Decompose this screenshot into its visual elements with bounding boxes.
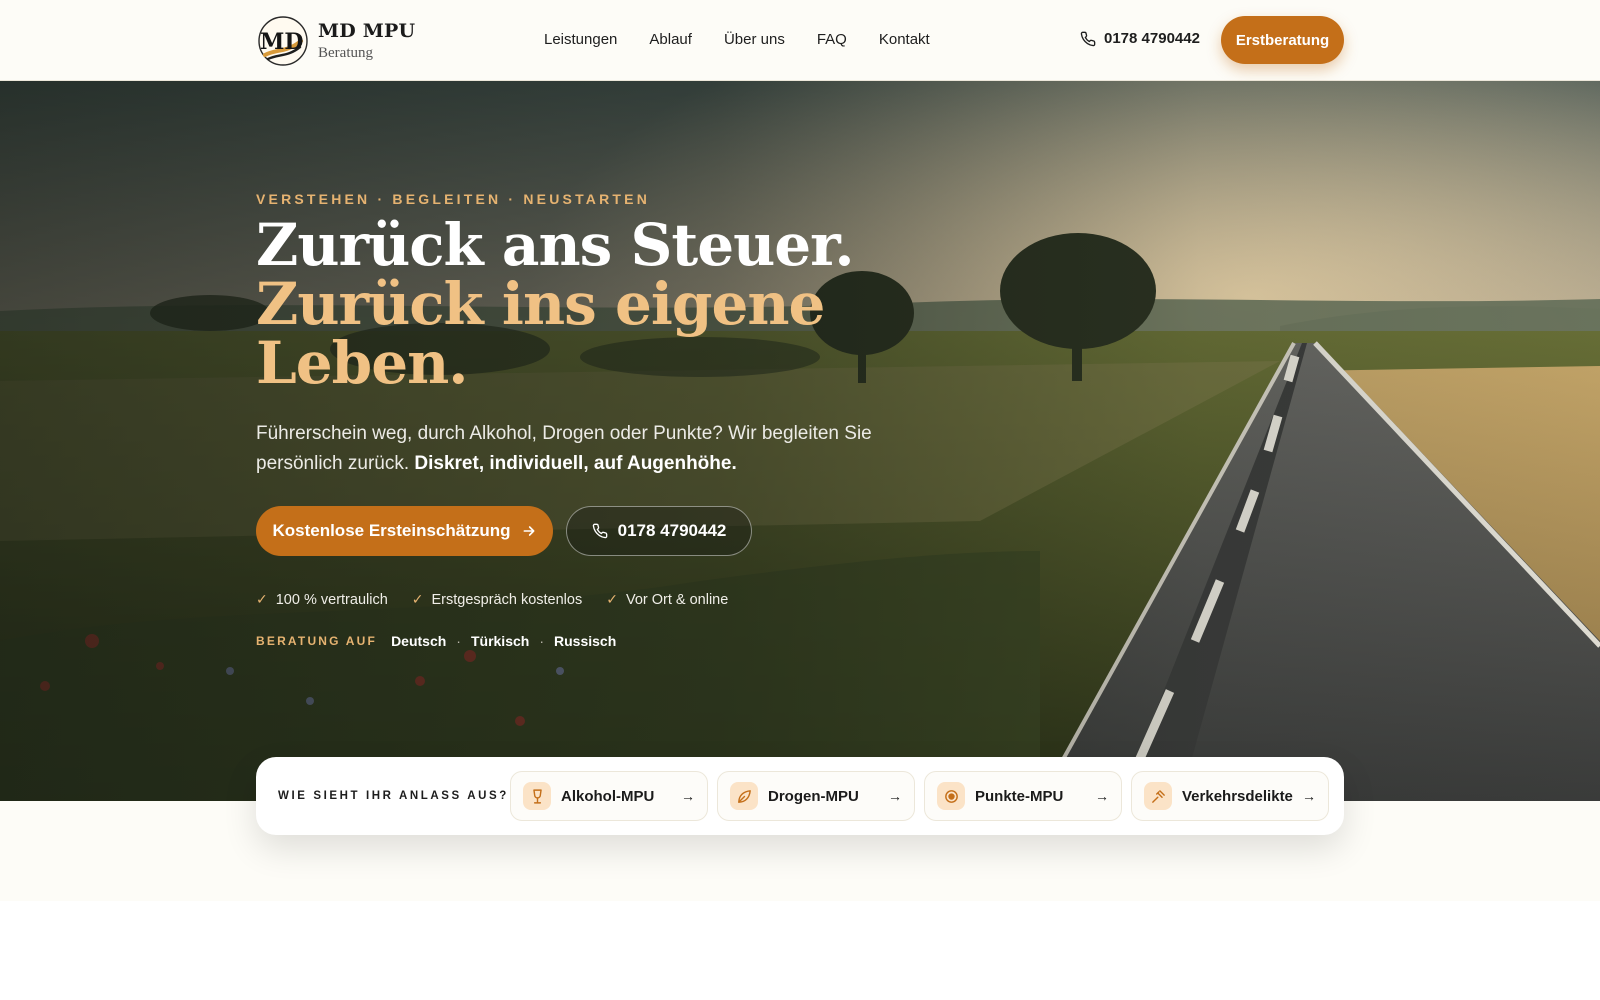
card-label: Drogen-MPU — [768, 787, 859, 805]
arrow-right-icon — [523, 526, 534, 536]
headline-line-2: Zurück ins eigene — [256, 270, 825, 338]
hero-section: VERSTEHEN · BEGLEITEN · NEUSTARTEN Zurüc… — [0, 81, 1600, 801]
check-icon: ✓ — [256, 591, 268, 607]
card-label: Verkehrsdelikte — [1182, 787, 1293, 805]
check-item: ✓ Erstgespräch kostenlos — [412, 591, 582, 608]
language-tuerkisch: Türkisch — [470, 633, 530, 649]
hero-phone-label: 0178 4790442 — [617, 521, 727, 540]
languages-label: BERATUNG AUF — [256, 634, 378, 648]
check-icon: ✓ — [606, 591, 618, 607]
check-label: Vor Ort & online — [625, 591, 729, 608]
check-item: ✓ 100 % vertraulich — [256, 591, 388, 608]
erstberatung-button[interactable]: Erstberatung — [1221, 16, 1344, 64]
languages-row: BERATUNG AUF Deutsch · Türkisch · Russis… — [256, 633, 616, 649]
target-icon — [937, 782, 965, 810]
phone-icon — [1080, 31, 1096, 46]
arrow-right-icon: → — [681, 788, 695, 804]
header-phone-link[interactable]: 0178 4790442 — [1080, 30, 1200, 47]
check-item: ✓ Vor Ort & online — [606, 591, 728, 608]
language-deutsch: Deutsch — [391, 633, 447, 649]
kostenlose-ersteinschaetzung-button[interactable]: Kostenlose Ersteinschätzung — [256, 506, 553, 556]
main-nav: Leistungen Ablauf Über uns FAQ Kontakt — [544, 31, 930, 48]
hero-lead-strong: Diskret, individuell, auf Augenhöhe. — [414, 453, 737, 474]
arrow-right-icon: → — [1095, 788, 1109, 804]
anlass-card-verkehrsdelikte[interactable]: Verkehrsdelikte → — [1131, 771, 1329, 821]
check-label: Erstgespräch kostenlos — [431, 591, 583, 608]
separator-dot: · — [539, 633, 544, 649]
anlass-card-punkte-mpu[interactable]: Punkte-MPU → — [924, 771, 1122, 821]
hero-headline: Zurück ans Steuer. Zurück ins eigene Leb… — [256, 211, 855, 397]
anlass-cards: Alkohol-MPU → Drogen-MPU → Punkte-MPU → … — [510, 771, 1329, 821]
leaf-icon — [730, 782, 758, 810]
site-header: MD MD MPU Beratung Leistungen Ablauf Übe… — [0, 0, 1600, 81]
nav-item-kontakt[interactable]: Kontakt — [879, 31, 930, 48]
nav-item-leistungen[interactable]: Leistungen — [544, 31, 617, 48]
primary-cta-label: Kostenlose Ersteinschätzung — [272, 521, 511, 540]
anlass-selector-bar: WIE SIEHT IHR ANLASS AUS? Alkohol-MPU → … — [256, 757, 1344, 835]
language-russisch: Russisch — [554, 633, 617, 649]
gavel-icon — [1144, 782, 1172, 810]
headline-line-1: Zurück ans Steuer. — [256, 211, 855, 279]
header-phone-number: 0178 4790442 — [1104, 30, 1200, 47]
next-section — [0, 901, 1600, 1000]
separator-dot: · — [456, 633, 461, 649]
svg-text:MD: MD — [260, 29, 303, 55]
glass-icon — [523, 782, 551, 810]
card-label: Alkohol-MPU — [561, 787, 655, 805]
arrow-right-icon: → — [888, 788, 902, 804]
anlass-label: WIE SIEHT IHR ANLASS AUS? — [278, 790, 509, 802]
nav-item-ablauf[interactable]: Ablauf — [649, 31, 692, 48]
nav-item-faq[interactable]: FAQ — [817, 31, 847, 48]
card-label: Punkte-MPU — [975, 787, 1064, 805]
anlass-card-drogen-mpu[interactable]: Drogen-MPU → — [717, 771, 915, 821]
brand-subtitle: Beratung — [318, 44, 373, 61]
arrow-right-icon: → — [1302, 788, 1316, 804]
trust-checklist: ✓ 100 % vertraulich ✓ Erstgespräch koste… — [256, 591, 728, 608]
hero-phone-button[interactable]: 0178 4790442 — [566, 506, 752, 556]
phone-icon — [592, 523, 607, 539]
brand-logo-link[interactable]: MD MD MPU Beratung — [256, 15, 415, 67]
hero-kicker: VERSTEHEN · BEGLEITEN · NEUSTARTEN — [256, 191, 651, 207]
check-icon: ✓ — [411, 591, 424, 607]
brand-name: MD MPU — [318, 19, 416, 42]
md-monogram-logo: MD — [258, 16, 308, 66]
headline-line-3: Leben. — [256, 329, 468, 397]
anlass-card-alkohol-mpu[interactable]: Alkohol-MPU → — [510, 771, 708, 821]
hero-lead: Führerschein weg, durch Alkohol, Drogen … — [256, 419, 876, 479]
nav-item-ueber-uns[interactable]: Über uns — [724, 31, 785, 48]
check-label: 100 % vertraulich — [275, 591, 388, 608]
